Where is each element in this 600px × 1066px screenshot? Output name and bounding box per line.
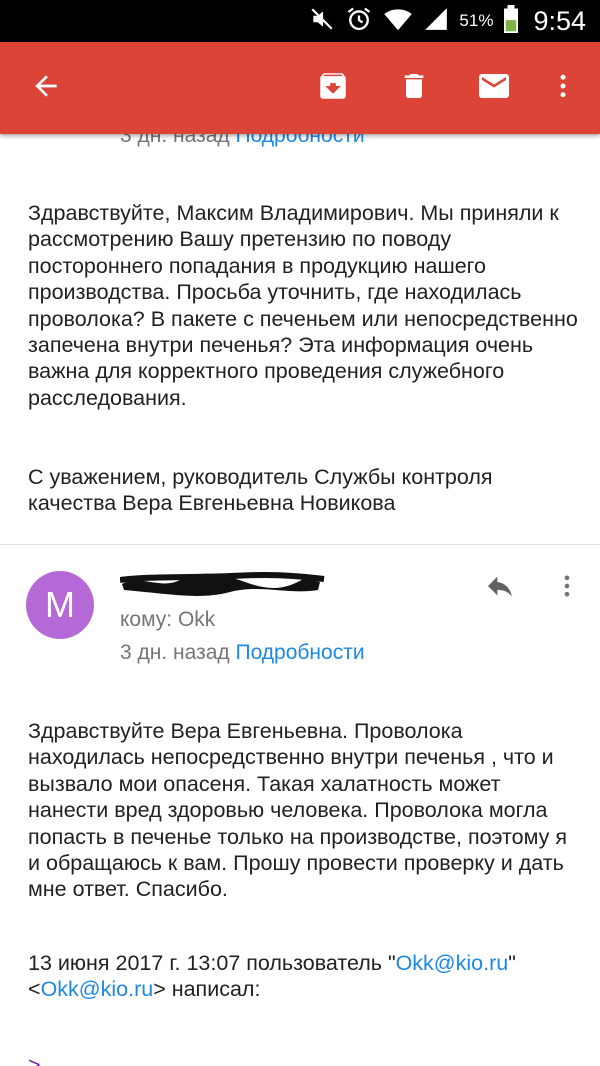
message-more-button[interactable] (552, 566, 582, 610)
back-button[interactable] (20, 42, 72, 134)
previous-message-meta: 3 дн. назад Подробности (120, 134, 365, 148)
quote-suffix: написал: (171, 977, 261, 1002)
current-message-body: Здравствуйте Вера Евгеньевна. Проволока … (28, 719, 568, 902)
more-vert-icon (548, 71, 578, 106)
more-vert-icon (553, 572, 581, 605)
avatar[interactable]: M (26, 571, 94, 639)
current-message-date: 3 дн. назад (120, 641, 230, 664)
mute-icon (309, 6, 335, 37)
battery-icon (503, 4, 519, 38)
previous-message-date: 3 дн. назад (120, 134, 230, 147)
mark-unread-button[interactable] (466, 42, 522, 134)
quote-email-link-2[interactable]: Okk@kio.ru (41, 977, 154, 1001)
quote-date: 13 июня 2017 г. 13:07 пользователь (28, 951, 382, 975)
message-thread[interactable]: 3 дн. назад Подробности Здравствуйте, Ма… (0, 134, 600, 1066)
delete-icon (398, 70, 430, 107)
reply-button[interactable] (478, 566, 522, 610)
wifi-icon (383, 6, 413, 37)
toolbar (0, 42, 600, 134)
message-divider (0, 544, 600, 545)
current-message-details-link[interactable]: Подробности (235, 641, 364, 664)
mail-icon (476, 68, 512, 109)
archive-icon (316, 69, 350, 108)
sender-name-redacted (119, 570, 325, 596)
battery-percent: 51% (459, 11, 494, 30)
recipient-line[interactable]: кому: Okk (120, 608, 215, 632)
status-bar: 51% 9:54 (0, 0, 600, 42)
quote-marker: > (28, 1053, 41, 1066)
more-options-button[interactable] (546, 42, 580, 134)
quoted-header: 13 июня 2017 г. 13:07 пользователь "Okk@… (28, 951, 516, 1002)
avatar-letter: M (45, 584, 75, 625)
current-message-meta: 3 дн. назад Подробности (120, 641, 365, 665)
previous-message-signature: С уважением, руководитель Службы контрол… (28, 465, 493, 516)
back-arrow-icon (30, 70, 62, 107)
reply-icon (484, 570, 516, 607)
alarm-icon (345, 5, 373, 38)
archive-button[interactable] (305, 42, 361, 134)
delete-button[interactable] (386, 42, 442, 134)
clock: 9:54 (533, 5, 586, 36)
quote-email-link[interactable]: Okk@kio.ru (396, 951, 509, 975)
previous-message-body: Здравствуйте, Максим Владимирович. Мы пр… (28, 201, 578, 410)
signal-icon (423, 6, 449, 37)
previous-message-details-link[interactable]: Подробности (235, 134, 364, 147)
